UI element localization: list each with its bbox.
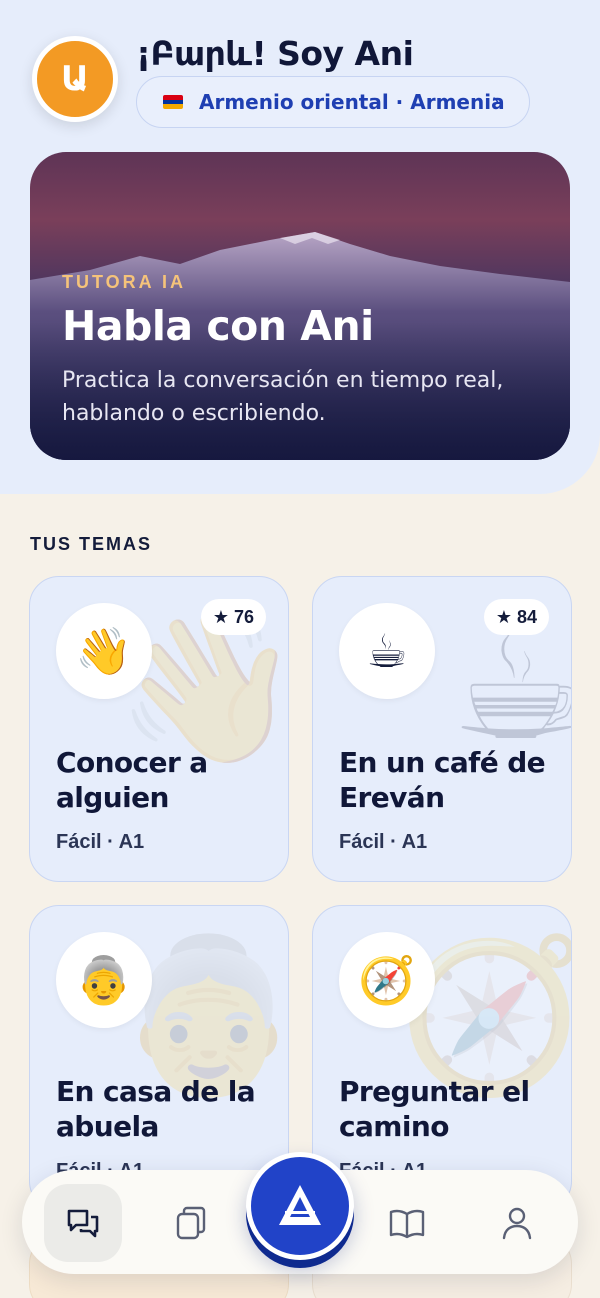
nav-book[interactable] bbox=[368, 1184, 446, 1262]
topic-title: Conocer a alguien bbox=[56, 746, 208, 814]
star-icon: ★ bbox=[495, 606, 512, 627]
profile-icon bbox=[502, 1207, 532, 1240]
hero-title: Habla con Ani bbox=[62, 302, 374, 350]
star-badge: ★ 76 bbox=[200, 599, 266, 635]
home-center-button[interactable] bbox=[246, 1152, 354, 1260]
tutor-avatar[interactable]: Ա bbox=[32, 36, 118, 122]
star-icon: ★ bbox=[212, 606, 229, 627]
topic-card-grandma[interactable]: 👵 👵 En casa de la abuela Fácil · A1 bbox=[29, 905, 289, 1211]
language-label: Armenio oriental · Armenia bbox=[199, 90, 505, 114]
topic-level: Fácil · A1 bbox=[339, 831, 428, 853]
topic-card-directions[interactable]: 🧭 🧭 Preguntar el camino Fácil · A1 bbox=[312, 905, 572, 1211]
chevron-right-icon: › bbox=[492, 90, 499, 112]
star-count: 84 bbox=[516, 606, 537, 627]
compass-icon: 🧭 bbox=[339, 932, 435, 1028]
nav-profile[interactable] bbox=[478, 1184, 556, 1262]
topic-title: En un café de Ereván bbox=[339, 746, 546, 814]
topic-card-meeting[interactable]: 👋 👋 ★ 76 Conocer a alguien Fácil · A1 bbox=[29, 576, 289, 882]
language-selector[interactable]: Armenio oriental · Armenia › bbox=[136, 76, 530, 128]
topic-title: En casa de la abuela bbox=[56, 1075, 256, 1143]
grandma-icon: 👵 bbox=[56, 932, 152, 1028]
nav-chat[interactable] bbox=[44, 1184, 122, 1262]
hero-kicker: TUTORA IA bbox=[62, 272, 186, 292]
nav-cards[interactable] bbox=[152, 1184, 230, 1262]
topic-level: Fácil · A1 bbox=[56, 831, 145, 853]
topic-emoji: 👋 bbox=[75, 624, 133, 677]
greeting-title: ¡Բարև! Soy Ani bbox=[136, 34, 414, 73]
topic-title: Preguntar el camino bbox=[339, 1075, 530, 1143]
coffee-icon: ☕ bbox=[339, 603, 435, 699]
topic-emoji: 🧭 bbox=[358, 953, 416, 1006]
armenia-flag-icon bbox=[163, 95, 183, 109]
wave-hand-icon: 👋 bbox=[56, 603, 152, 699]
chat-icon bbox=[67, 1209, 99, 1238]
ai-tutor-card[interactable]: TUTORA IA Habla con Ani Practica la conv… bbox=[30, 152, 570, 460]
avatar-letter: Ա bbox=[61, 59, 89, 99]
home-logo-icon bbox=[279, 1185, 321, 1225]
star-badge: ★ 84 bbox=[483, 599, 549, 635]
topic-card-cafe[interactable]: ☕ ☕ ★ 84 En un café de Ereván Fácil · A1 bbox=[312, 576, 572, 882]
section-label: TUS TEMAS bbox=[30, 534, 153, 554]
star-count: 76 bbox=[233, 606, 254, 627]
topic-emoji: 👵 bbox=[75, 953, 133, 1006]
cards-icon bbox=[176, 1206, 206, 1240]
header: Ա ¡Բարև! Soy Ani Armenio oriental · Arme… bbox=[30, 34, 570, 130]
topic-emoji: ☕ bbox=[366, 625, 408, 677]
hero-subtitle: Practica la conversación en tiempo real,… bbox=[62, 368, 504, 426]
book-icon bbox=[389, 1209, 425, 1239]
